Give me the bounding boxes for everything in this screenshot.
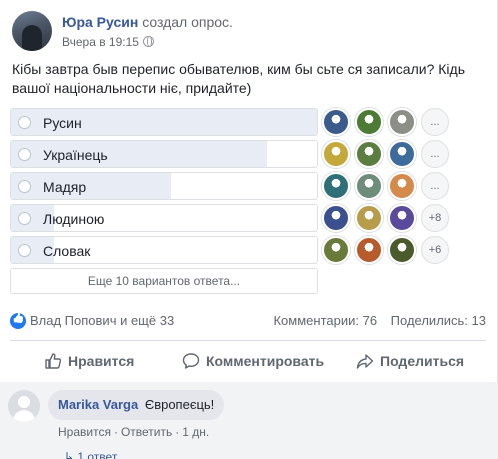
replies-count: 1 ответ — [77, 450, 118, 459]
more-voters-button[interactable]: +6 — [421, 236, 449, 264]
share-button-label: Поделиться — [380, 353, 465, 369]
post-text: Кібы завтра быв перепис обывателюв, ким … — [12, 61, 465, 96]
poll: Русин... Українець... Мадяр... Людиною +8 Сло… — [10, 108, 480, 294]
poll-option: Людиною +8 — [10, 204, 480, 232]
voter-avatar[interactable] — [355, 236, 383, 264]
shares-count-link[interactable]: Поделились: 13 — [391, 313, 486, 328]
voter-avatar[interactable] — [388, 108, 416, 136]
more-voters-button[interactable]: ... — [421, 172, 449, 200]
poll-option-label: Русин — [43, 115, 82, 131]
post-timestamp[interactable]: Вчера в 19:15 — [62, 35, 154, 49]
poll-option-label: Словак — [43, 243, 91, 259]
thumbs-up-icon — [45, 353, 62, 369]
comments-count-link[interactable]: Комментарии: 76 — [273, 313, 377, 328]
divider — [10, 340, 486, 341]
voter-avatar[interactable] — [322, 140, 350, 168]
post-card: Юра Русин создал опрос. Вчера в 19:15 Кі… — [0, 0, 498, 459]
poll-option-bar[interactable]: Русин — [10, 108, 318, 136]
reply-arrow-icon: ↳ — [64, 450, 78, 459]
more-variants-button[interactable]: Еще 10 вариантов ответа... — [10, 268, 318, 294]
voter-avatar[interactable] — [388, 172, 416, 200]
more-voters-button[interactable]: ... — [421, 108, 449, 136]
more-voters-button[interactable]: ... — [421, 140, 449, 168]
voter-avatar[interactable] — [355, 204, 383, 232]
voter-avatar[interactable] — [322, 236, 350, 264]
voter-avatar[interactable] — [322, 204, 350, 232]
more-voters-button[interactable]: +8 — [421, 204, 449, 232]
poll-option-bar[interactable]: Українець — [10, 140, 318, 168]
likers-link[interactable]: Влад Попович и ещё 33 — [30, 313, 174, 328]
comments-section: Marika Varga Європеєць! Нравится · Ответит… — [0, 382, 498, 459]
author-avatar[interactable] — [12, 11, 52, 51]
poll-option: Українець... — [10, 140, 480, 168]
poll-option-bar[interactable]: Мадяр — [10, 172, 318, 200]
voter-avatar[interactable] — [322, 172, 350, 200]
post-actions: Нравится Комментировать Поделиться — [10, 346, 486, 376]
post-author-line: Юра Русин создал опрос. — [62, 14, 233, 30]
like-button[interactable]: Нравится — [44, 346, 134, 376]
poll-option-radio[interactable] — [18, 244, 31, 257]
comment-bubble: Marika Varga Європеєць! — [48, 390, 225, 420]
poll-option-radio[interactable] — [18, 212, 31, 225]
poll-option-radio[interactable] — [18, 116, 31, 129]
poll-option-radio[interactable] — [18, 180, 31, 193]
poll-option-radio[interactable] — [18, 148, 31, 161]
comment-meta: Нравится · Ответить · 1 дн. — [58, 425, 210, 439]
voter-avatar[interactable] — [355, 172, 383, 200]
comment-button[interactable]: Комментировать — [182, 346, 324, 376]
voter-avatar[interactable] — [388, 204, 416, 232]
post-time-text[interactable]: Вчера в 19:15 — [62, 35, 139, 49]
share-button[interactable]: Поделиться — [356, 346, 464, 376]
poll-option-fill — [11, 173, 171, 199]
poll-option: Словак +6 — [10, 236, 480, 264]
voter-avatar[interactable] — [355, 108, 383, 136]
poll-option-label: Мадяр — [43, 179, 87, 195]
like-icon — [10, 313, 26, 329]
poll-option-bar[interactable]: Словак — [10, 236, 318, 264]
poll-option-label: Українець — [43, 147, 108, 163]
comment-reply-link[interactable]: Ответить — [121, 425, 172, 439]
comment-like-link[interactable]: Нравится — [58, 425, 111, 439]
poll-option-label: Людиною — [43, 211, 105, 227]
comment-time[interactable]: 1 дн. — [182, 425, 209, 439]
poll-option: Мадяр... — [10, 172, 480, 200]
comment-icon — [182, 353, 200, 369]
commenter-avatar[interactable] — [8, 390, 40, 422]
voter-avatar[interactable] — [388, 236, 416, 264]
voter-avatar[interactable] — [322, 108, 350, 136]
post-stats: Влад Попович и ещё 33 Комментарии: 76 По… — [10, 312, 486, 330]
like-button-label: Нравится — [68, 353, 135, 369]
share-icon — [356, 354, 374, 369]
voter-avatar[interactable] — [355, 140, 383, 168]
voter-avatar[interactable] — [388, 140, 416, 168]
globe-icon — [142, 36, 154, 47]
poll-option-bar[interactable]: Людиною — [10, 204, 318, 232]
commenter-name-link[interactable]: Marika Varga — [58, 397, 138, 412]
view-replies-link[interactable]: ↳ 1 ответ — [64, 450, 117, 459]
comment-button-label: Комментировать — [206, 353, 325, 369]
post-action-text: создал опрос. — [142, 14, 233, 30]
comment-text: Європеєць! — [144, 397, 215, 412]
author-name-link[interactable]: Юра Русин — [62, 14, 138, 30]
poll-option: Русин... — [10, 108, 480, 136]
